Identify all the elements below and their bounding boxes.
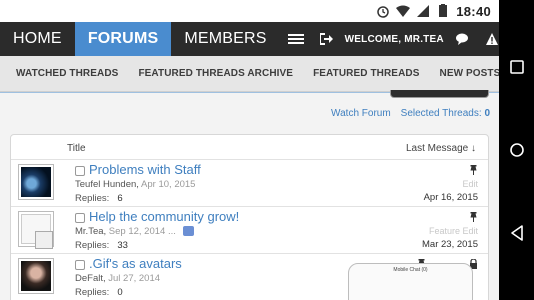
thread-start-date[interactable]: Sep 12, 2014 — [109, 226, 166, 237]
subnav-watched-threads[interactable]: WATCHED THREADS — [6, 68, 128, 79]
thread-edit-link[interactable]: Feature Edit — [429, 226, 478, 236]
wifi-icon — [396, 5, 411, 17]
watch-forum-link[interactable]: Watch Forum — [331, 108, 391, 119]
subnav-new-posts[interactable]: NEW POSTS — [430, 68, 500, 79]
nav-home[interactable]: HOME — [0, 22, 75, 56]
subnav-featured-threads[interactable]: FEATURED THREADS — [303, 68, 429, 79]
replies-label: Replies: — [75, 240, 110, 251]
top-navigation: HOME FORUMS MEMBERS WELCOME, MR.TEA — [0, 22, 499, 56]
nav-members[interactable]: MEMBERS — [171, 22, 279, 56]
home-icon[interactable] — [508, 141, 526, 159]
selected-threads-count: 0 — [484, 108, 490, 119]
replies-count: 6 — [117, 193, 123, 204]
thread-select-checkbox[interactable] — [75, 260, 85, 270]
sticky-pin-icon — [470, 212, 477, 222]
clock-time: 18:40 — [456, 3, 491, 19]
back-icon[interactable] — [508, 224, 526, 242]
mobile-chat-widget[interactable]: Mobile Chat (0) — [348, 263, 473, 300]
menu-icon[interactable] — [280, 22, 312, 56]
welcome-text: WELCOME, MR.TEA — [341, 22, 448, 56]
thread-author-link[interactable]: Teufel Hunden — [75, 179, 136, 190]
thread-list-header: Title Last Message ↓ — [11, 135, 488, 159]
sub-navigation: WATCHED THREADS FEATURED THREADS ARCHIVE… — [0, 56, 499, 92]
thread-replies: Replies: 6 — [75, 193, 123, 204]
page-link-icon[interactable] — [182, 226, 194, 237]
nav-forums[interactable]: FORUMS — [74, 22, 172, 56]
welcome-label: WELCOME, — [344, 33, 402, 45]
thread-meta: DeFalt, Jul 27, 2014 — [75, 273, 161, 284]
recent-apps-icon[interactable] — [508, 58, 526, 76]
thread-edit-link[interactable]: Edit — [462, 179, 478, 189]
last-message-date[interactable]: Mar 23, 2015 — [422, 239, 478, 250]
signal-icon — [417, 5, 430, 17]
chat-icon[interactable] — [448, 22, 478, 56]
selected-threads-link[interactable]: Selected Threads: 0 — [401, 108, 490, 119]
alarm-icon — [377, 6, 389, 18]
replies-label: Replies: — [75, 193, 110, 204]
status-bar: 18:40 — [0, 0, 499, 22]
thread-replies: Replies: 33 — [75, 240, 128, 251]
thread-meta: Mr.Tea, Sep 12, 2014 ... — [75, 226, 194, 237]
thread-actions: Watch Forum Selected Threads: 0 — [331, 108, 490, 119]
thread-meta: Teufel Hunden, Apr 10, 2015 — [75, 179, 196, 190]
sticky-pin-icon — [470, 165, 477, 175]
column-title[interactable]: Title — [67, 143, 86, 154]
main-content: Watch Forum Selected Threads: 0 Title La… — [0, 90, 499, 300]
thread-title-link[interactable]: Help the community grow! — [89, 209, 239, 224]
thread-title-link[interactable]: Problems with Staff — [89, 162, 201, 177]
page-ellipsis: ... — [167, 226, 176, 237]
chat-title: Mobile Chat (0) — [393, 267, 428, 273]
post-new-thread-button[interactable] — [390, 90, 489, 98]
replies-label: Replies: — [75, 287, 110, 298]
last-message-date[interactable]: Apr 16, 2015 — [424, 192, 478, 203]
replies-count: 33 — [117, 240, 128, 251]
thread-start-date[interactable]: Apr 10, 2015 — [141, 179, 195, 190]
thread-start-date[interactable]: Jul 27, 2014 — [108, 273, 160, 284]
column-last-message[interactable]: Last Message ↓ — [406, 143, 476, 154]
avatar[interactable] — [18, 258, 54, 294]
username-link[interactable]: MR.TEA — [404, 34, 444, 45]
table-row: Problems with Staff Teufel Hunden, Apr 1… — [11, 159, 488, 206]
avatar[interactable] — [18, 164, 54, 200]
android-navigation-bar — [499, 0, 534, 300]
table-row: Help the community grow! Mr.Tea, Sep 12,… — [11, 206, 488, 253]
battery-icon — [439, 4, 448, 17]
thread-author-link[interactable]: DeFalt — [75, 273, 103, 284]
selected-threads-label: Selected Threads: — [400, 108, 482, 119]
thread-select-checkbox[interactable] — [75, 166, 85, 176]
thread-title-link[interactable]: .Gif's as avatars — [89, 256, 182, 271]
logout-icon[interactable] — [312, 22, 341, 56]
phone-screen: 18:40 HOME FORUMS MEMBERS WELCOME, MR.TE… — [0, 0, 499, 300]
replies-count: 0 — [117, 287, 123, 298]
subnav-featured-archive[interactable]: FEATURED THREADS ARCHIVE — [128, 68, 303, 79]
last-poster-avatar[interactable] — [35, 231, 53, 249]
alert-icon[interactable] — [478, 22, 499, 56]
thread-select-checkbox[interactable] — [75, 213, 85, 223]
thread-replies: Replies: 0 — [75, 287, 123, 298]
thread-author-link[interactable]: Mr.Tea — [75, 226, 104, 237]
